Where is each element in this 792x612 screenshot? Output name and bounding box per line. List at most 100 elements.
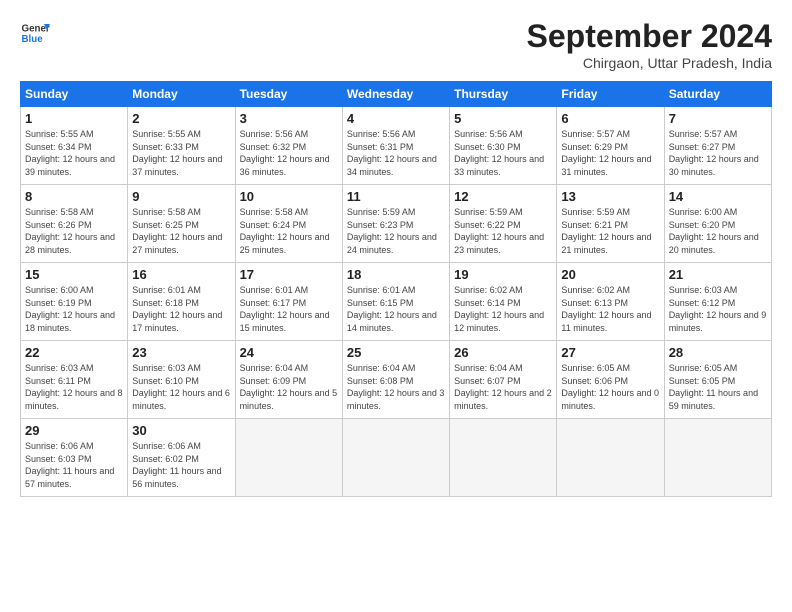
table-row: 8 Sunrise: 5:58 AM Sunset: 6:26 PM Daylig… (21, 185, 772, 263)
table-row: 29 Sunrise: 6:06 AM Sunset: 6:03 PM Dayli… (21, 419, 772, 497)
calendar-cell: 18Sunrise: 6:01 AM Sunset: 6:15 PM Dayli… (342, 263, 449, 341)
day-info: Sunrise: 5:57 AM Sunset: 6:29 PM Dayligh… (561, 128, 659, 178)
weekday-header: Saturday (664, 82, 771, 107)
calendar-cell: 23 Sunrise: 6:03 AM Sunset: 6:10 PM Dayli… (128, 341, 235, 419)
calendar-cell: 28 Sunrise: 6:05 AM Sunset: 6:05 PM Dayli… (664, 341, 771, 419)
svg-text:Blue: Blue (22, 34, 44, 45)
day-number: 7 (669, 111, 767, 126)
day-number: 22 (25, 345, 123, 360)
table-row: 22 Sunrise: 6:03 AM Sunset: 6:11 PM Dayli… (21, 341, 772, 419)
calendar-cell: 29 Sunrise: 6:06 AM Sunset: 6:03 PM Dayli… (21, 419, 128, 497)
day-number: 28 (669, 345, 767, 360)
calendar-cell (235, 419, 342, 497)
day-info: Sunrise: 6:03 AM Sunset: 6:11 PM Dayligh… (25, 362, 123, 412)
weekday-header: Monday (128, 82, 235, 107)
day-info: Sunrise: 5:55 AM Sunset: 6:34 PM Dayligh… (25, 128, 123, 178)
calendar-cell (450, 419, 557, 497)
calendar-cell: 11Sunrise: 5:59 AM Sunset: 6:23 PM Dayli… (342, 185, 449, 263)
day-number: 10 (240, 189, 338, 204)
calendar-cell: 20 Sunrise: 6:02 AM Sunset: 6:13 PM Dayli… (557, 263, 664, 341)
day-info: Sunrise: 6:06 AM Sunset: 6:03 PM Dayligh… (25, 440, 123, 490)
day-info: Sunrise: 5:56 AM Sunset: 6:30 PM Dayligh… (454, 128, 552, 178)
day-number: 20 (561, 267, 659, 282)
month-title: September 2024 (527, 18, 772, 55)
calendar-cell (557, 419, 664, 497)
calendar-page: General Blue September 2024 Chirgaon, Ut… (0, 0, 792, 507)
calendar-cell: 26 Sunrise: 6:04 AM Sunset: 6:07 PM Dayli… (450, 341, 557, 419)
calendar-header-row: SundayMondayTuesdayWednesdayThursdayFrid… (21, 82, 772, 107)
header: General Blue September 2024 Chirgaon, Ut… (20, 18, 772, 71)
day-number: 9 (132, 189, 230, 204)
calendar-cell: 10 Sunrise: 5:58 AM Sunset: 6:24 PM Dayli… (235, 185, 342, 263)
weekday-header: Friday (557, 82, 664, 107)
calendar-cell (342, 419, 449, 497)
calendar-cell: 22 Sunrise: 6:03 AM Sunset: 6:11 PM Dayli… (21, 341, 128, 419)
day-info: Sunrise: 5:59 AM Sunset: 6:23 PM Dayligh… (347, 206, 445, 256)
day-info: Sunrise: 6:01 AM Sunset: 6:15 PM Dayligh… (347, 284, 445, 334)
day-number: 27 (561, 345, 659, 360)
day-number: 19 (454, 267, 552, 282)
weekday-header: Tuesday (235, 82, 342, 107)
day-info: Sunrise: 6:01 AM Sunset: 6:18 PM Dayligh… (132, 284, 230, 334)
day-number: 3 (240, 111, 338, 126)
weekday-header: Thursday (450, 82, 557, 107)
day-info: Sunrise: 6:03 AM Sunset: 6:12 PM Dayligh… (669, 284, 767, 334)
calendar-cell: 12Sunrise: 5:59 AM Sunset: 6:22 PM Dayli… (450, 185, 557, 263)
weekday-header: Wednesday (342, 82, 449, 107)
day-info: Sunrise: 6:00 AM Sunset: 6:20 PM Dayligh… (669, 206, 767, 256)
calendar-cell: 4 Sunrise: 5:56 AM Sunset: 6:31 PM Daylig… (342, 107, 449, 185)
calendar-cell: 24Sunrise: 6:04 AM Sunset: 6:09 PM Dayli… (235, 341, 342, 419)
calendar-body: 1 Sunrise: 5:55 AM Sunset: 6:34 PM Daylig… (21, 107, 772, 497)
calendar-cell: 9Sunrise: 5:58 AM Sunset: 6:25 PM Daylig… (128, 185, 235, 263)
calendar-cell: 5Sunrise: 5:56 AM Sunset: 6:30 PM Daylig… (450, 107, 557, 185)
day-number: 4 (347, 111, 445, 126)
day-info: Sunrise: 5:58 AM Sunset: 6:24 PM Dayligh… (240, 206, 338, 256)
calendar-cell: 21 Sunrise: 6:03 AM Sunset: 6:12 PM Dayli… (664, 263, 771, 341)
day-number: 1 (25, 111, 123, 126)
calendar-cell: 1 Sunrise: 5:55 AM Sunset: 6:34 PM Daylig… (21, 107, 128, 185)
day-number: 16 (132, 267, 230, 282)
calendar-cell: 13 Sunrise: 5:59 AM Sunset: 6:21 PM Dayli… (557, 185, 664, 263)
day-info: Sunrise: 6:06 AM Sunset: 6:02 PM Dayligh… (132, 440, 230, 490)
day-info: Sunrise: 6:04 AM Sunset: 6:08 PM Dayligh… (347, 362, 445, 412)
day-number: 21 (669, 267, 767, 282)
logo: General Blue (20, 18, 50, 48)
day-info: Sunrise: 6:01 AM Sunset: 6:17 PM Dayligh… (240, 284, 338, 334)
day-number: 24 (240, 345, 338, 360)
calendar-cell: 25Sunrise: 6:04 AM Sunset: 6:08 PM Dayli… (342, 341, 449, 419)
day-info: Sunrise: 5:56 AM Sunset: 6:32 PM Dayligh… (240, 128, 338, 178)
table-row: 1 Sunrise: 5:55 AM Sunset: 6:34 PM Daylig… (21, 107, 772, 185)
day-info: Sunrise: 6:05 AM Sunset: 6:06 PM Dayligh… (561, 362, 659, 412)
day-number: 12 (454, 189, 552, 204)
calendar-cell: 3 Sunrise: 5:56 AM Sunset: 6:32 PM Daylig… (235, 107, 342, 185)
day-number: 29 (25, 423, 123, 438)
calendar-cell: 17 Sunrise: 6:01 AM Sunset: 6:17 PM Dayli… (235, 263, 342, 341)
calendar-cell: 2 Sunrise: 5:55 AM Sunset: 6:33 PM Daylig… (128, 107, 235, 185)
weekday-header: Sunday (21, 82, 128, 107)
day-info: Sunrise: 6:05 AM Sunset: 6:05 PM Dayligh… (669, 362, 767, 412)
day-number: 17 (240, 267, 338, 282)
day-info: Sunrise: 5:58 AM Sunset: 6:26 PM Dayligh… (25, 206, 123, 256)
day-number: 23 (132, 345, 230, 360)
day-info: Sunrise: 5:59 AM Sunset: 6:21 PM Dayligh… (561, 206, 659, 256)
day-number: 30 (132, 423, 230, 438)
day-info: Sunrise: 5:56 AM Sunset: 6:31 PM Dayligh… (347, 128, 445, 178)
day-info: Sunrise: 6:04 AM Sunset: 6:07 PM Dayligh… (454, 362, 552, 412)
calendar-cell: 27 Sunrise: 6:05 AM Sunset: 6:06 PM Dayli… (557, 341, 664, 419)
calendar-table: SundayMondayTuesdayWednesdayThursdayFrid… (20, 81, 772, 497)
day-number: 2 (132, 111, 230, 126)
day-info: Sunrise: 6:00 AM Sunset: 6:19 PM Dayligh… (25, 284, 123, 334)
day-number: 14 (669, 189, 767, 204)
day-info: Sunrise: 5:57 AM Sunset: 6:27 PM Dayligh… (669, 128, 767, 178)
table-row: 15 Sunrise: 6:00 AM Sunset: 6:19 PM Dayli… (21, 263, 772, 341)
day-info: Sunrise: 5:55 AM Sunset: 6:33 PM Dayligh… (132, 128, 230, 178)
day-info: Sunrise: 6:03 AM Sunset: 6:10 PM Dayligh… (132, 362, 230, 412)
day-number: 15 (25, 267, 123, 282)
calendar-cell: 30 Sunrise: 6:06 AM Sunset: 6:02 PM Dayli… (128, 419, 235, 497)
day-number: 8 (25, 189, 123, 204)
day-number: 26 (454, 345, 552, 360)
day-number: 13 (561, 189, 659, 204)
calendar-cell (664, 419, 771, 497)
day-info: Sunrise: 6:02 AM Sunset: 6:13 PM Dayligh… (561, 284, 659, 334)
title-block: September 2024 Chirgaon, Uttar Pradesh, … (527, 18, 772, 71)
